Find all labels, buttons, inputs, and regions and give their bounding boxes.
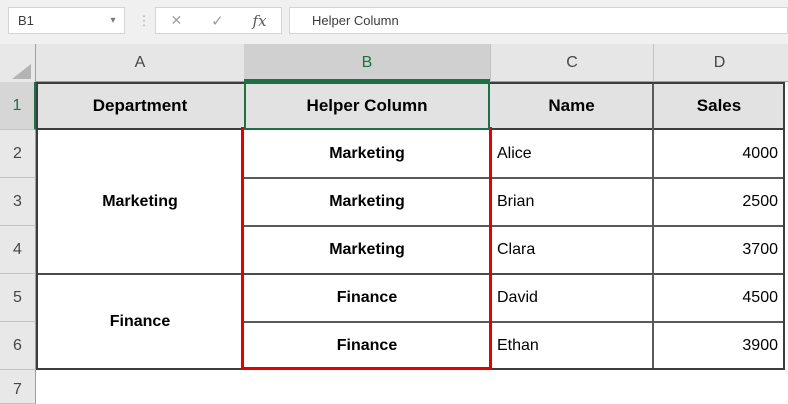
cell-d5[interactable]: 4500	[653, 274, 785, 322]
column-header-b-selected[interactable]: B	[244, 44, 490, 82]
row-header-7[interactable]: 7	[0, 370, 36, 404]
insert-function-icon[interactable]: fx	[253, 12, 267, 30]
row-header-2[interactable]: 2	[0, 130, 36, 178]
cell-b2[interactable]: Marketing	[244, 130, 490, 178]
cancel-icon[interactable]: ✕	[170, 12, 182, 29]
enter-icon[interactable]: ✓	[211, 12, 224, 30]
cell-b5[interactable]: Finance	[244, 274, 490, 322]
cell-c2[interactable]: Alice	[490, 130, 653, 178]
formula-buttons: ✕ ✓ fx	[155, 7, 282, 34]
cell-b4[interactable]: Marketing	[244, 226, 490, 274]
formula-bar[interactable]: Helper Column	[289, 7, 788, 34]
cell-d6[interactable]: 3900	[653, 322, 785, 370]
cell-c1-name-header[interactable]: Name	[490, 82, 653, 130]
column-header-c[interactable]: C	[490, 44, 653, 82]
name-box-value: B1	[9, 13, 102, 28]
cell-c4[interactable]: Clara	[490, 226, 653, 274]
name-box[interactable]: B1 ▾	[8, 7, 125, 34]
cell-c3[interactable]: Brian	[490, 178, 653, 226]
row-header-4[interactable]: 4	[0, 226, 36, 274]
chevron-down-icon[interactable]: ▾	[102, 15, 124, 26]
cell-a1-department-header[interactable]: Department	[36, 82, 244, 130]
table-line-col-c-d	[652, 82, 654, 370]
table-line-row2-3	[244, 177, 785, 179]
separator-dots-icon: ⋮	[136, 7, 152, 34]
select-all-corner[interactable]	[0, 44, 36, 82]
cell-a2-a4-marketing-merged[interactable]: Marketing	[36, 130, 244, 274]
cell-b3[interactable]: Marketing	[244, 178, 490, 226]
cell-a5-a6-finance-merged[interactable]: Finance	[36, 274, 244, 370]
cell-c5[interactable]: David	[490, 274, 653, 322]
cell-d1-sales-header[interactable]: Sales	[653, 82, 785, 130]
cell-d2[interactable]: 4000	[653, 130, 785, 178]
formula-bar-text: Helper Column	[290, 13, 399, 28]
row-header-6[interactable]: 6	[0, 322, 36, 370]
row-header-1-selected[interactable]: 1	[0, 82, 36, 130]
table-line-row4-5	[36, 273, 785, 275]
cell-c6[interactable]: Ethan	[490, 322, 653, 370]
cell-b6[interactable]: Finance	[244, 322, 490, 370]
table-line-row3-4	[244, 225, 785, 227]
cell-d4[interactable]: 3700	[653, 226, 785, 274]
excel-window: B1 ▾ ⋮ ✕ ✓ fx Helper Column A B C D 1 2 …	[0, 0, 788, 404]
select-all-triangle-icon	[12, 64, 31, 79]
column-header-d[interactable]: D	[653, 44, 785, 82]
cell-d3[interactable]: 2500	[653, 178, 785, 226]
row-header-5[interactable]: 5	[0, 274, 36, 322]
table-line-row5-6	[244, 321, 785, 323]
formula-bar-chrome: B1 ▾ ⋮ ✕ ✓ fx Helper Column	[0, 0, 788, 44]
cell-b1-helper-header-active[interactable]: Helper Column	[244, 82, 490, 130]
row-header-3[interactable]: 3	[0, 178, 36, 226]
column-header-a[interactable]: A	[36, 44, 244, 82]
